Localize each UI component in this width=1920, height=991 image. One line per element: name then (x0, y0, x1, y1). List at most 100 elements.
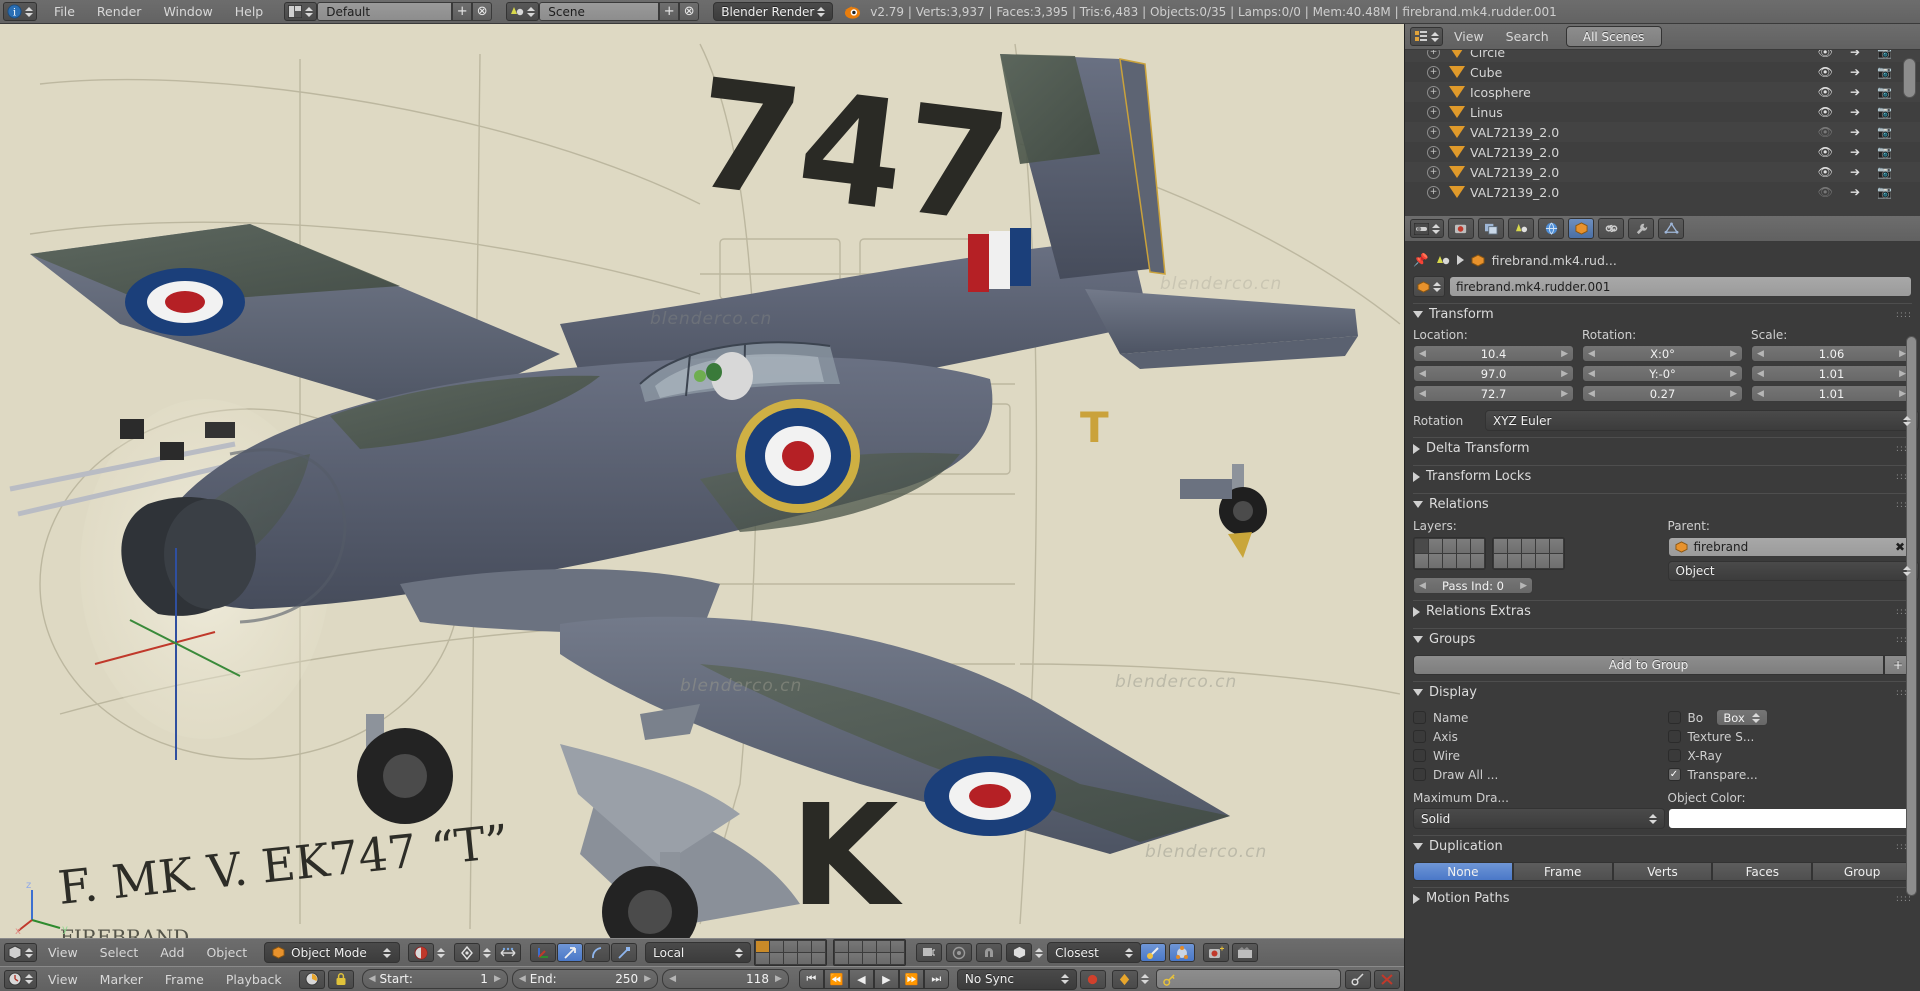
add-key-icon[interactable] (1345, 970, 1371, 989)
list-item[interactable]: + VAL72139_2.0 👁 ➔ 📷 (1405, 142, 1920, 162)
expand-icon[interactable]: + (1427, 106, 1440, 119)
object-name-input[interactable]: firebrand.mk4.rudder.001 (1449, 276, 1912, 297)
sync-mode-value[interactable]: No Sync (957, 969, 1077, 990)
start-frame-field[interactable]: ◀ Start: 1 ▶ (362, 969, 508, 989)
menu-file[interactable]: File (43, 4, 86, 19)
keying-set-selector[interactable] (1112, 970, 1150, 989)
modifiers-tab[interactable] (1628, 218, 1654, 239)
end-frame-field[interactable]: ◀ End: 250 ▶ (512, 969, 658, 989)
camera-icon[interactable]: 📷 (1877, 105, 1892, 119)
cursor-arrow-icon[interactable]: ➔ (1850, 65, 1860, 79)
list-item[interactable]: + Circle 👁 ➔ 📷 (1405, 50, 1920, 62)
eye-icon[interactable]: 👁 (1818, 85, 1833, 99)
max-draw-type-dropdown[interactable]: Solid (1413, 808, 1665, 829)
relations-panel-header[interactable]: Relations :::: (1413, 493, 1912, 515)
list-item[interactable]: + Cube 👁 ➔ 📷 (1405, 62, 1920, 82)
info-editor-selector[interactable]: i (3, 2, 37, 21)
texture-space-checkbox[interactable] (1668, 730, 1681, 743)
display-texture-space-row[interactable]: Texture S... (1668, 727, 1913, 746)
timeline-editor[interactable]: View Marker Frame Playback ◀ Start: 1 ▶ … (0, 966, 1404, 991)
menu-help[interactable]: Help (224, 4, 275, 19)
object-color-swatch[interactable] (1668, 808, 1913, 829)
jump-prev-keyframe-icon[interactable]: ⏪ (824, 969, 849, 989)
outliner-row-toggles[interactable]: 👁 ➔ 📷 (1818, 105, 1892, 119)
axis-checkbox[interactable] (1413, 730, 1426, 743)
transform-locks-panel-header[interactable]: Transform Locks :::: (1413, 465, 1912, 487)
duplication-faces-button[interactable]: Faces (1712, 862, 1812, 881)
expand-icon[interactable]: + (1427, 166, 1440, 179)
scene-name[interactable]: Scene (539, 2, 659, 21)
snap-target-selector[interactable]: Closest (1047, 942, 1134, 963)
proportional-edit-icon[interactable] (946, 943, 972, 962)
pin-icon[interactable]: 📌 (1413, 252, 1429, 268)
lock-camera-icon[interactable] (916, 943, 942, 962)
mode-dropdown[interactable]: Object Mode (264, 942, 400, 963)
list-item[interactable]: + Linus 👁 ➔ 📷 (1405, 102, 1920, 122)
scene-icon-box[interactable] (506, 2, 539, 21)
scene-tab[interactable] (1508, 218, 1534, 239)
outliner-row-toggles[interactable]: 👁 ➔ 📷 (1818, 50, 1892, 59)
cursor-arrow-icon[interactable]: ➔ (1850, 165, 1860, 179)
play-reverse-icon[interactable]: ◀ (849, 969, 874, 989)
add-to-group-button[interactable]: Add to Group (1413, 655, 1884, 675)
properties-editor-type-selector[interactable] (1410, 219, 1444, 238)
bounds-type-dropdown[interactable]: Box (1716, 709, 1768, 726)
cursor-arrow-icon[interactable]: ➔ (1850, 85, 1860, 99)
expand-icon[interactable]: + (1427, 146, 1440, 159)
display-panel-header[interactable]: Display :::: (1413, 681, 1912, 703)
scale-y-field[interactable]: ◀1.01▶ (1751, 365, 1912, 382)
screen-layout-name[interactable]: Default (317, 2, 452, 21)
expand-icon[interactable]: + (1427, 66, 1440, 79)
layer-grid-right[interactable] (833, 939, 906, 966)
location-z-field[interactable]: ◀72.7▶ (1413, 385, 1574, 402)
properties-editor[interactable]: 📌 firebrand.mk4.rud... firebrand.mk4.rud… (1404, 216, 1920, 991)
menu-select[interactable]: Select (89, 945, 150, 960)
menu-view[interactable]: View (37, 945, 89, 960)
add-layout-button[interactable]: + (452, 2, 472, 21)
camera-icon[interactable]: 📷 (1877, 145, 1892, 159)
display-transparency-row[interactable]: ✓ Transpare... (1668, 765, 1913, 784)
manipulate-center-points-icon[interactable] (495, 943, 521, 962)
list-item[interactable]: + VAL72139_2.0 👁 ➔ 📷 (1405, 122, 1920, 142)
remove-key-icon[interactable] (1374, 970, 1400, 989)
keyframe-diamond-icon[interactable] (1112, 970, 1138, 989)
move-manipulator-icon[interactable] (557, 943, 583, 962)
render-preview-icon[interactable] (1203, 943, 1229, 962)
display-xray-row[interactable]: X-Ray (1668, 746, 1913, 765)
delta-transform-panel-header[interactable]: Delta Transform :::: (1413, 437, 1912, 459)
outliner-row-toggles[interactable]: 👁 ➔ 📷 (1818, 85, 1892, 99)
scale-z-field[interactable]: ◀1.01▶ (1751, 385, 1912, 402)
render-layers-tab[interactable] (1478, 218, 1504, 239)
eye-icon[interactable]: 👁 (1818, 65, 1833, 79)
timeline-menu-playback[interactable]: Playback (215, 972, 293, 987)
list-item[interactable]: + VAL72139_2.0 👁 ➔ 📷 (1405, 182, 1920, 202)
timeline-menu-view[interactable]: View (37, 972, 89, 987)
jump-end-icon[interactable]: ⏭ (924, 969, 949, 989)
list-item[interactable]: + VAL72139_2.0 👁 ➔ 📷 (1405, 162, 1920, 182)
jump-next-keyframe-icon[interactable]: ⏩ (899, 969, 924, 989)
rotation-mode-row[interactable]: Rotation XYZ Euler (1413, 410, 1912, 431)
editor-type-selector[interactable] (4, 943, 37, 962)
timeline-editor-type-selector[interactable] (4, 970, 37, 989)
transport-controls[interactable]: ⏮ ⏪ ◀ ▶ ⏩ ⏭ (799, 969, 949, 989)
camera-icon[interactable]: 📷 (1877, 65, 1892, 79)
delete-scene-button[interactable]: ⊗ (679, 2, 699, 21)
outliner-editor[interactable]: View Search All Scenes + Circle 👁 ➔ 📷 + … (1404, 24, 1920, 216)
transform-panel-header[interactable]: Transform :::: (1413, 303, 1912, 325)
camera-icon[interactable]: 📷 (1877, 185, 1892, 199)
eye-icon[interactable]: 👁 (1818, 50, 1833, 59)
expand-icon[interactable]: + (1427, 186, 1440, 199)
outliner-editor-type-selector[interactable] (1410, 27, 1443, 46)
pivot-median-icon[interactable] (454, 943, 480, 962)
3d-viewport[interactable]: 747 K F. MK V. EK747 “T” FIREBRAND (0, 24, 1404, 938)
groups-panel-header[interactable]: Groups :::: (1413, 628, 1912, 650)
layers-grid-right[interactable] (1492, 537, 1565, 570)
expand-icon[interactable]: + (1427, 126, 1440, 139)
parent-object-field[interactable]: firebrand ✖ (1668, 537, 1913, 557)
expand-icon[interactable]: + (1427, 50, 1440, 59)
outliner-scrollbar[interactable] (1903, 58, 1916, 98)
scale-x-field[interactable]: ◀1.06▶ (1751, 345, 1912, 362)
add-to-group-row[interactable]: Add to Group + (1413, 655, 1912, 675)
snap-group-icon[interactable] (1169, 943, 1195, 962)
display-draw-all-row[interactable]: Draw All ... (1413, 765, 1658, 784)
